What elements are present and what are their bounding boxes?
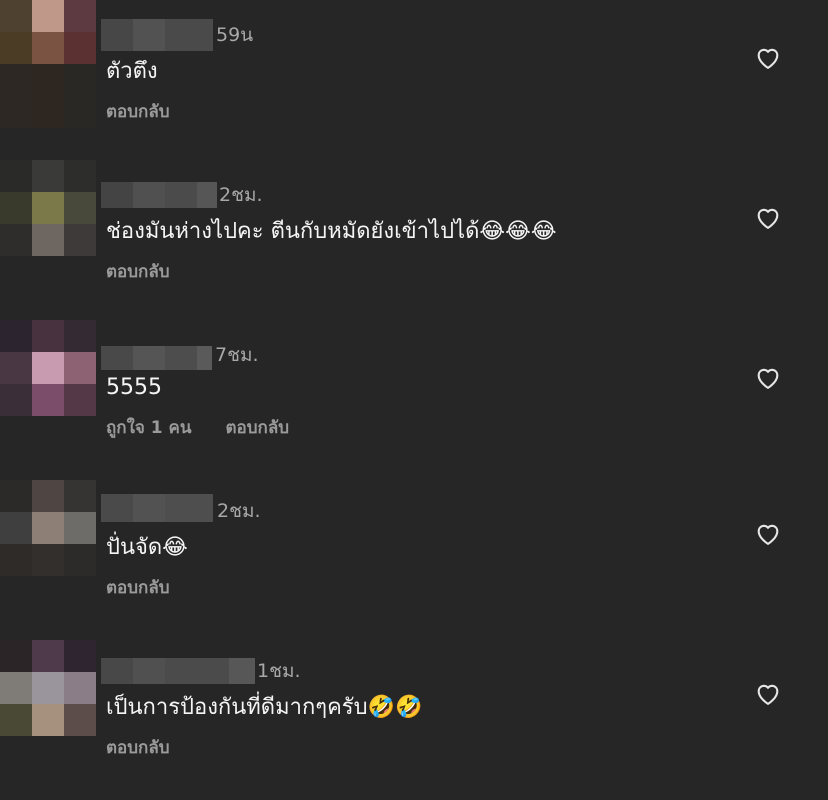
username-blurred[interactable] xyxy=(101,658,255,684)
likes-count[interactable]: ถูกใจ 1 คน xyxy=(106,416,192,440)
comment-timestamp: 7ชม. xyxy=(215,344,259,366)
comment-item: 2ชม. ปั่นจัด😂 ตอบกลับ xyxy=(0,480,828,640)
comment-actions: ตอบกลับ xyxy=(106,736,170,760)
avatar[interactable] xyxy=(0,640,96,736)
comment-item: 7ชม. 5555 ถูกใจ 1 คน ตอบกลับ xyxy=(0,320,828,480)
comment-actions: ตอบกลับ xyxy=(106,260,170,284)
heart-icon[interactable] xyxy=(754,680,782,708)
comment-item: 1ชม. เป็นการป้องกันที่ดีมากๆครับ🤣🤣 ตอบกล… xyxy=(0,640,828,800)
comment-timestamp: 2ชม. xyxy=(217,500,261,522)
heart-icon[interactable] xyxy=(754,364,782,392)
comment-text: 5555 xyxy=(106,375,162,400)
comment-actions: ตอบกลับ xyxy=(106,576,170,600)
heart-icon[interactable] xyxy=(754,204,782,232)
heart-icon[interactable] xyxy=(754,520,782,548)
avatar[interactable] xyxy=(0,320,96,416)
comment-timestamp: 59น xyxy=(216,24,254,46)
reply-button[interactable]: ตอบกลับ xyxy=(106,260,170,284)
comment-text: เป็นการป้องกันที่ดีมากๆครับ🤣🤣 xyxy=(106,695,423,720)
username-blurred[interactable] xyxy=(101,346,212,370)
comment-timestamp: 1ชม. xyxy=(257,660,301,682)
comment-text: ช่องมันห่างไปคะ ตีนกับหมัดยังเข้าไปได้😂😂… xyxy=(106,219,557,244)
avatar[interactable] xyxy=(0,0,96,64)
reply-button[interactable]: ตอบกลับ xyxy=(106,736,170,760)
username-blurred[interactable] xyxy=(101,182,217,208)
avatar[interactable] xyxy=(0,160,96,256)
comment-text: ตัวตึง xyxy=(106,59,158,84)
comment-actions: ตอบกลับ xyxy=(106,100,170,124)
username-blurred[interactable] xyxy=(101,19,213,51)
comment-item: 2ชม. ช่องมันห่างไปคะ ตีนกับหมัดยังเข้าไป… xyxy=(0,160,828,320)
comment-actions: ถูกใจ 1 คน ตอบกลับ xyxy=(106,416,289,440)
reply-button[interactable]: ตอบกลับ xyxy=(106,576,170,600)
reply-button[interactable]: ตอบกลับ xyxy=(106,100,170,124)
comment-timestamp: 2ชม. xyxy=(219,184,263,206)
comment-text: ปั่นจัด😂 xyxy=(106,535,188,560)
heart-icon[interactable] xyxy=(754,44,782,72)
reply-button[interactable]: ตอบกลับ xyxy=(226,416,290,440)
comment-item: 59น ตัวตึง ตอบกลับ xyxy=(0,0,828,128)
avatar[interactable] xyxy=(0,480,96,576)
username-blurred[interactable] xyxy=(101,494,213,522)
